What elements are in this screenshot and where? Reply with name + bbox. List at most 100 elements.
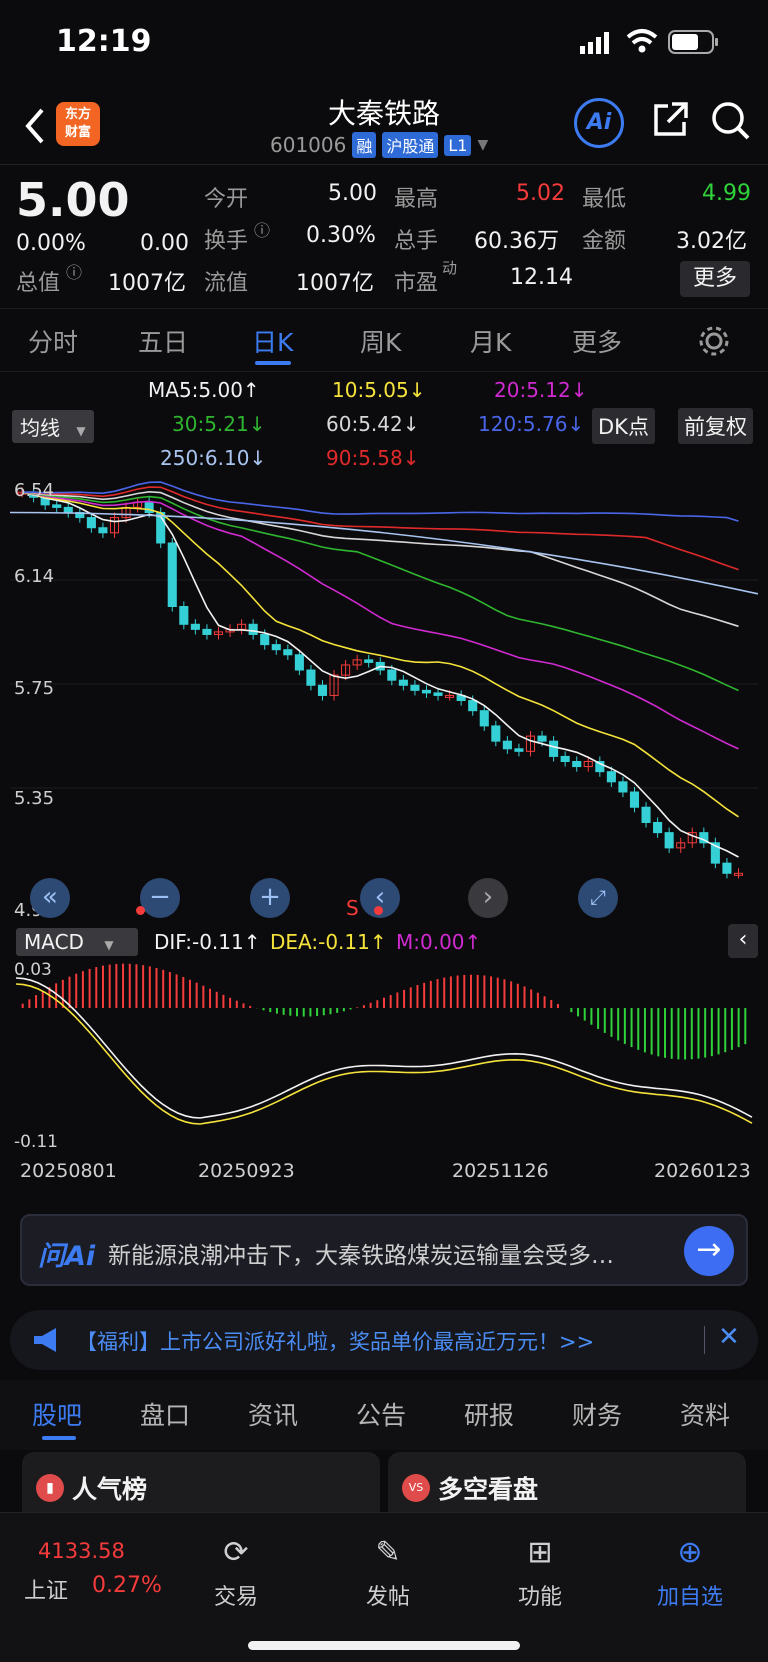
macd-y-tick: -0.11 <box>14 1132 58 1152</box>
zoom-in-button[interactable]: + <box>250 878 290 918</box>
amount-label: 金额 <box>582 229 627 254</box>
candle <box>364 659 374 663</box>
zoom-out-button[interactable]: − <box>140 878 180 918</box>
tab-orderbook[interactable]: 盘口 <box>140 1396 190 1432</box>
tab-profile[interactable]: 资料 <box>680 1396 730 1432</box>
rewind-button[interactable]: « <box>30 878 70 918</box>
share-icon[interactable] <box>650 100 690 144</box>
nav-functions[interactable]: ⊞ 功能 <box>490 1533 590 1611</box>
tab-announcements[interactable]: 公告 <box>356 1396 406 1432</box>
nav-label: 交易 <box>213 1585 258 1610</box>
ma-select-label: 均线 <box>20 416 60 440</box>
candle <box>52 504 62 508</box>
index-name[interactable]: 上证 <box>24 1573 68 1605</box>
tab-forum[interactable]: 股吧 <box>32 1396 82 1432</box>
macd-legend: MACD ▼ DIF:-0.11↑ DEA:-0.11↑ M:0.00↑ ‹ <box>0 924 768 960</box>
tag-level: L1 <box>444 134 472 156</box>
grid-icon: ⊞ <box>527 1535 553 1570</box>
ma90-label: 90:5.58↓ <box>326 446 420 470</box>
arrow-right-icon[interactable]: → <box>684 1226 734 1276</box>
nav-add-watch[interactable]: ⊕ 加自选 <box>640 1533 740 1611</box>
ma-select[interactable]: 均线 ▼ <box>12 410 94 443</box>
chart-bar-icon: ▮ <box>36 1474 64 1502</box>
next-button[interactable]: › <box>468 878 508 918</box>
ma250-label: 250:6.10↓ <box>160 446 267 470</box>
ma250-line <box>10 511 758 595</box>
tab-finance[interactable]: 财务 <box>572 1396 622 1432</box>
nav-trade[interactable]: ⟳ 交易 <box>186 1533 286 1611</box>
ma120-label: 120:5.76↓ <box>478 412 585 436</box>
collapse-button[interactable]: ‹ <box>728 924 758 958</box>
candle <box>317 684 328 696</box>
total-value-label: 总值 <box>16 271 61 296</box>
low-value: 4.99 <box>702 181 751 206</box>
candle <box>398 679 408 686</box>
tab-monthly[interactable]: 月K <box>470 323 511 359</box>
ma-line <box>21 490 739 628</box>
date-label: 20250923 <box>198 1160 295 1182</box>
megaphone-icon <box>32 1326 62 1358</box>
info-icon[interactable]: ⓘ <box>66 259 82 283</box>
info-icon[interactable]: ⓘ <box>254 217 270 241</box>
ai-question[interactable]: 新能源浪潮冲击下，大秦铁路煤炭运输量会受多… <box>108 1236 614 1270</box>
chevron-down-icon[interactable]: ▼ <box>477 137 488 153</box>
candle <box>641 806 651 823</box>
candle <box>722 862 732 874</box>
volume-value: 60.36万 <box>474 229 559 254</box>
high-label: 最高 <box>394 187 439 212</box>
edit-icon: ✎ <box>375 1535 401 1570</box>
adjust-button[interactable]: 前复权 <box>678 408 753 444</box>
promo-banner[interactable]: 【福利】上市公司派好礼啦，奖品单价最高近万元！>> ✕ <box>10 1310 758 1370</box>
turnover-label: 换手 <box>204 229 249 254</box>
quote-panel: 5.00 0.00% 0.00 今开 5.00 最高 5.02 最低 4.99 … <box>0 164 768 304</box>
yen-icon: ⟳ <box>223 1535 249 1570</box>
ma60-label: 60:5.42↓ <box>326 412 420 436</box>
ma30-label: 30:5.21↓ <box>172 412 266 436</box>
ma10-label: 10:5.05↓ <box>332 378 426 402</box>
tab-five-day[interactable]: 五日 <box>138 323 188 359</box>
macd-select[interactable]: MACD ▼ <box>16 928 138 956</box>
tab-more[interactable]: 更多 <box>572 323 622 359</box>
y-tick-label: 6.54 <box>14 480 55 501</box>
content-tabs: 股吧 盘口 资讯 公告 研报 财务 资料 <box>0 1380 768 1450</box>
signal-icon <box>580 32 614 58</box>
macd-chart <box>10 958 758 1150</box>
bottom-nav: 4133.58 上证 0.27% ⟳ 交易 ✎ 发帖 ⊞ 功能 ⊕ 加自选 <box>0 1512 768 1662</box>
tab-weekly[interactable]: 周K <box>360 323 401 359</box>
high-value: 5.02 <box>516 181 565 206</box>
card-title: 人气榜 <box>72 1475 148 1504</box>
fullscreen-button[interactable]: ⤢ <box>578 878 618 918</box>
search-icon[interactable] <box>710 100 752 146</box>
ai-ask-bar[interactable]: 问Ai 新能源浪潮冲击下，大秦铁路煤炭运输量会受多… → <box>20 1214 748 1286</box>
gear-icon[interactable] <box>698 325 730 361</box>
sell-marker: S <box>346 896 359 920</box>
index-change[interactable]: 0.27% <box>92 1573 162 1598</box>
kline-chart[interactable] <box>10 476 758 922</box>
active-tab-indicator <box>42 1436 76 1440</box>
candle <box>468 700 478 712</box>
close-icon[interactable]: ✕ <box>718 1322 740 1352</box>
ai-button[interactable]: Ai <box>574 98 624 148</box>
ma5-label: MA5:5.00↑ <box>148 378 260 402</box>
home-indicator <box>248 1641 520 1650</box>
index-value[interactable]: 4133.58 <box>38 1539 125 1563</box>
y-tick-label: 5.35 <box>14 788 55 809</box>
battery-icon <box>668 30 720 58</box>
marker-dot <box>136 906 145 915</box>
dk-point-button[interactable]: DK点 <box>592 408 655 444</box>
candle <box>283 649 293 656</box>
pe-sup: 动 <box>442 259 458 277</box>
candle <box>98 527 108 534</box>
tab-research[interactable]: 研报 <box>464 1396 514 1432</box>
tab-news[interactable]: 资讯 <box>248 1396 298 1432</box>
macd-y-tick: 0.03 <box>14 960 52 980</box>
tab-intraday[interactable]: 分时 <box>28 323 78 359</box>
open-value: 5.00 <box>328 181 377 206</box>
nav-post[interactable]: ✎ 发帖 <box>338 1533 438 1611</box>
candle <box>190 623 200 630</box>
promo-text[interactable]: 【福利】上市公司派好礼啦，奖品单价最高近万元！>> <box>76 1326 594 1356</box>
tab-daily[interactable]: 日K <box>252 323 293 359</box>
candle <box>618 781 628 793</box>
more-button[interactable]: 更多 <box>680 261 750 297</box>
candle <box>433 692 443 696</box>
